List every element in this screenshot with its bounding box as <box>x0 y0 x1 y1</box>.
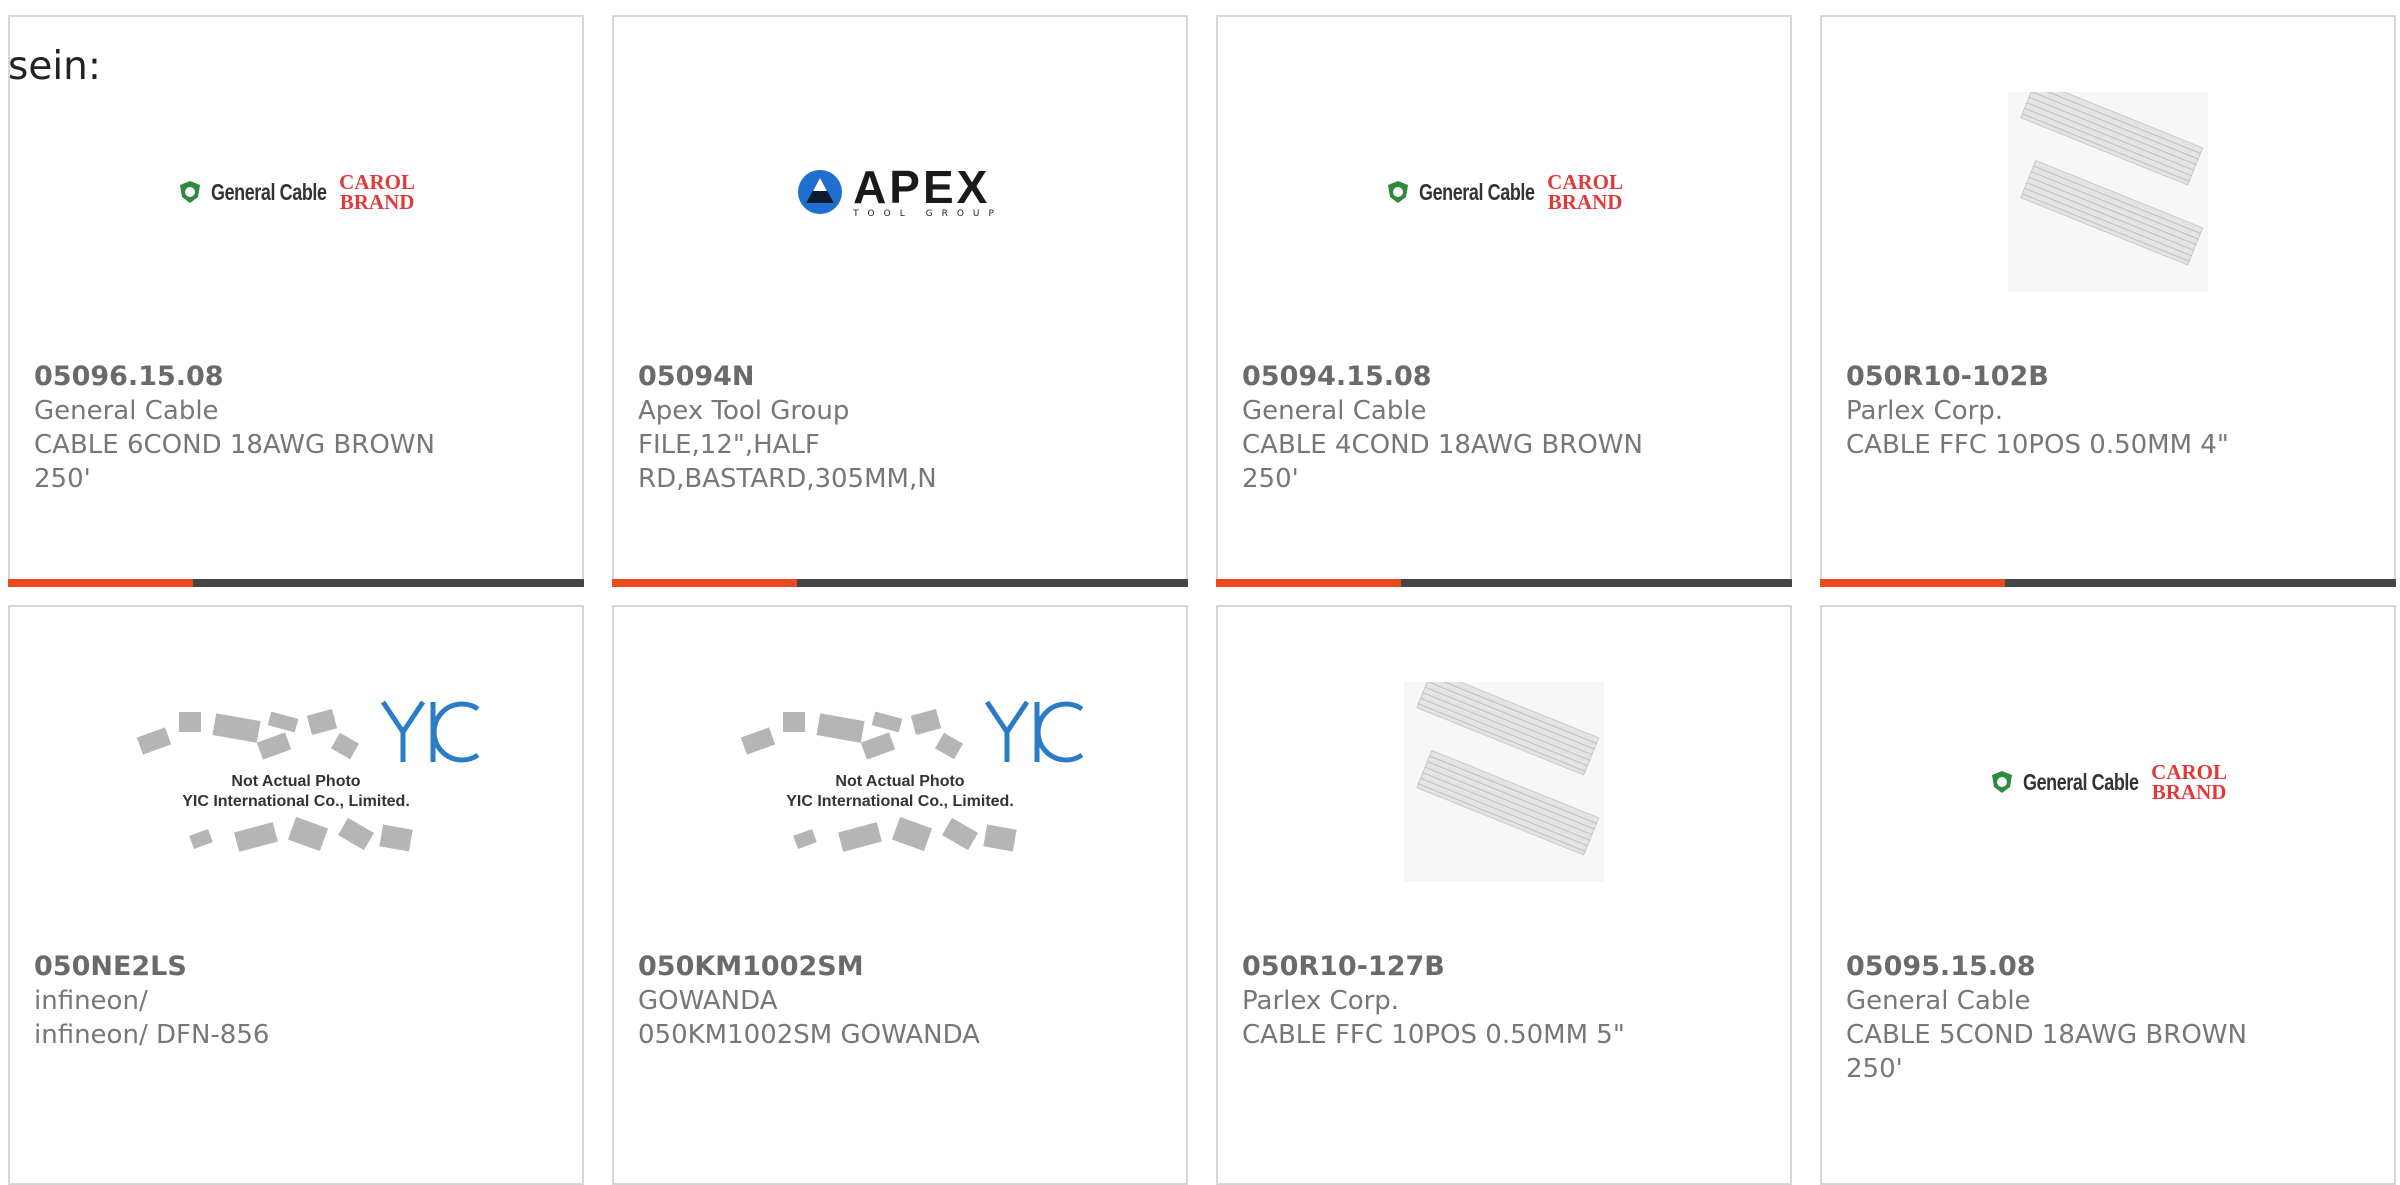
product-image[interactable]: General Cable CAROL BRAND <box>10 87 582 297</box>
general-cable-logo: General Cable CAROL BRAND <box>1989 760 2228 804</box>
description: 050KM1002SM GOWANDA <box>638 1020 980 1050</box>
description: infineon/ DFN-856 <box>34 1020 270 1050</box>
part-number-link[interactable]: 05096.15.08 <box>34 360 474 394</box>
product-image[interactable]: General Cable CAROL BRAND <box>1218 87 1790 297</box>
description: CABLE 4COND 18AWG BROWN 250' <box>1242 430 1643 494</box>
yic-placeholder-image: Not Actual Photo YIC International Co., … <box>713 697 1087 867</box>
product-image[interactable] <box>1218 677 1790 887</box>
chip-packages-icon <box>136 708 359 760</box>
product-card[interactable]: 050R10-102B Parlex Corp. CABLE FFC 10POS… <box>1820 15 2396 587</box>
manufacturer: GOWANDA <box>638 986 778 1016</box>
product-card[interactable]: APEX TOOL GROUP 05094N Apex Tool Group F… <box>612 15 1188 587</box>
description: CABLE FFC 10POS 0.50MM 4" <box>1846 430 2229 460</box>
part-number-link[interactable]: 05095.15.08 <box>1846 950 2286 984</box>
part-number-link[interactable]: 05094N <box>638 360 1078 394</box>
apex-triangle-icon <box>798 170 843 214</box>
general-cable-logo: General Cable CAROL BRAND <box>1385 170 1624 214</box>
part-number-link[interactable]: 050KM1002SM <box>638 950 1078 984</box>
yic-mark-icon <box>985 700 1084 763</box>
product-card[interactable]: General Cable CAROL BRAND 05095.15.08 Gen… <box>1820 605 2396 1185</box>
description: CABLE FFC 10POS 0.50MM 5" <box>1242 1020 1625 1050</box>
product-image[interactable]: General Cable CAROL BRAND <box>1822 677 2394 887</box>
description: CABLE 5COND 18AWG BROWN 250' <box>1846 1020 2247 1084</box>
chip-packages-icon <box>189 816 413 852</box>
manufacturer: Parlex Corp. <box>1242 986 1400 1016</box>
product-card[interactable]: Not Actual Photo YIC International Co., … <box>8 605 584 1185</box>
product-card[interactable]: 050R10-127B Parlex Corp. CABLE FFC 10POS… <box>1216 605 1792 1185</box>
part-number-link[interactable]: 050R10-127B <box>1242 950 1682 984</box>
manufacturer: Parlex Corp. <box>1846 396 2004 426</box>
accent-bar <box>612 579 1188 587</box>
general-cable-logo: General Cable CAROL BRAND <box>177 170 416 214</box>
carol-brand-logo: CAROL BRAND <box>1547 170 1624 214</box>
yic-placeholder-image: Not Actual Photo YIC International Co., … <box>109 697 483 867</box>
description: CABLE 6COND 18AWG BROWN 250' <box>34 430 435 494</box>
chip-packages-icon <box>740 708 963 760</box>
manufacturer: General Cable <box>1846 986 2031 1016</box>
general-cable-shield-icon <box>1991 771 2012 793</box>
part-number-link[interactable]: 050R10-102B <box>1846 360 2286 394</box>
apex-tool-group-logo: APEX TOOL GROUP <box>797 164 1003 219</box>
product-image[interactable]: Not Actual Photo YIC International Co., … <box>10 677 582 887</box>
accent-bar <box>1216 579 1792 587</box>
product-card[interactable]: Not Actual Photo YIC International Co., … <box>612 605 1188 1185</box>
part-number-link[interactable]: 050NE2LS <box>34 950 474 984</box>
yic-mark-icon <box>381 700 480 763</box>
accent-bar <box>1820 579 2396 587</box>
description: FILE,12",HALF RD,BASTARD,305MM,N <box>638 430 937 494</box>
accent-bar <box>8 579 584 587</box>
product-card[interactable]: General Cable CAROL BRAND 05094.15.08 Gen… <box>1216 15 1792 587</box>
general-cable-shield-icon <box>179 181 200 203</box>
part-number-link[interactable]: 05094.15.08 <box>1242 360 1682 394</box>
product-card[interactable]: General Cable CAROL BRAND 05096.15.08 Gen… <box>8 15 584 587</box>
general-cable-shield-icon <box>1387 181 1408 203</box>
carol-brand-logo: CAROL BRAND <box>2151 760 2228 804</box>
manufacturer: infineon/ <box>34 986 148 1016</box>
manufacturer: General Cable <box>1242 396 1427 426</box>
chip-packages-icon <box>793 816 1017 852</box>
ffc-cable-photo <box>1404 682 1604 882</box>
product-image[interactable] <box>1822 87 2394 297</box>
product-image[interactable]: APEX TOOL GROUP <box>614 87 1186 297</box>
intro-text: sein: <box>8 44 102 89</box>
product-grid: General Cable CAROL BRAND 05096.15.08 Gen… <box>0 0 2400 1185</box>
product-image[interactable]: Not Actual Photo YIC International Co., … <box>614 677 1186 887</box>
ffc-cable-photo <box>2008 92 2208 292</box>
carol-brand-logo: CAROL BRAND <box>339 170 416 214</box>
manufacturer: General Cable <box>34 396 219 426</box>
manufacturer: Apex Tool Group <box>638 396 850 426</box>
